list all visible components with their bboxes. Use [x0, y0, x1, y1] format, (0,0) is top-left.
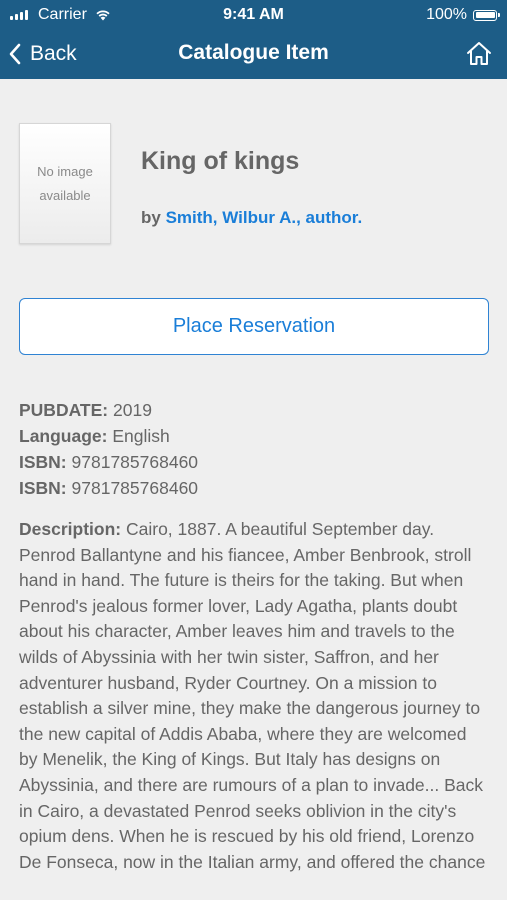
screen: Carrier 9:41 AM 100% Back Catalogue Item… — [0, 0, 507, 900]
isbn-row: ISBN: 9781785768460 — [19, 475, 489, 501]
language-value: English — [112, 426, 170, 446]
page-title: Catalogue Item — [178, 41, 329, 64]
isbn-value: 9781785768460 — [71, 478, 199, 498]
cover-placeholder-text: No image available — [37, 163, 93, 203]
author-link[interactable]: Smith, Wilbur A., author. — [166, 208, 363, 227]
home-button[interactable] — [465, 40, 493, 68]
nav-bar: Back Catalogue Item — [0, 30, 507, 79]
cover-image-placeholder: No image available — [19, 123, 111, 244]
isbn-label: ISBN: — [19, 452, 67, 472]
status-bar: Carrier 9:41 AM 100% — [0, 0, 507, 30]
description-label: Description: — [19, 519, 122, 539]
pubdate-value: 2019 — [113, 400, 152, 420]
home-icon — [467, 42, 491, 65]
isbn-value: 9781785768460 — [71, 452, 199, 472]
by-prefix: by — [141, 208, 161, 227]
language-label: Language: — [19, 426, 108, 446]
language-row: Language: English — [19, 423, 489, 449]
isbn-row: ISBN: 9781785768460 — [19, 449, 489, 475]
description-text: Cairo, 1887. A beautiful September day. … — [19, 519, 486, 872]
battery-icon — [473, 9, 500, 21]
status-right: 100% — [426, 6, 500, 24]
battery-percent: 100% — [426, 6, 467, 23]
byline: by Smith, Wilbur A., author. — [141, 208, 362, 228]
item-title: King of kings — [141, 147, 300, 175]
description: Description: Cairo, 1887. A beautiful Se… — [19, 517, 489, 875]
content: No image available King of kings by Smit… — [0, 79, 507, 900]
place-reservation-button[interactable]: Place Reservation — [19, 298, 489, 355]
pubdate-row: PUBDATE: 2019 — [19, 397, 489, 423]
pubdate-label: PUBDATE: — [19, 400, 109, 420]
isbn-label: ISBN: — [19, 478, 67, 498]
details-list: PUBDATE: 2019 Language: English ISBN: 97… — [19, 397, 489, 501]
header: Carrier 9:41 AM 100% Back Catalogue Item — [0, 0, 507, 79]
